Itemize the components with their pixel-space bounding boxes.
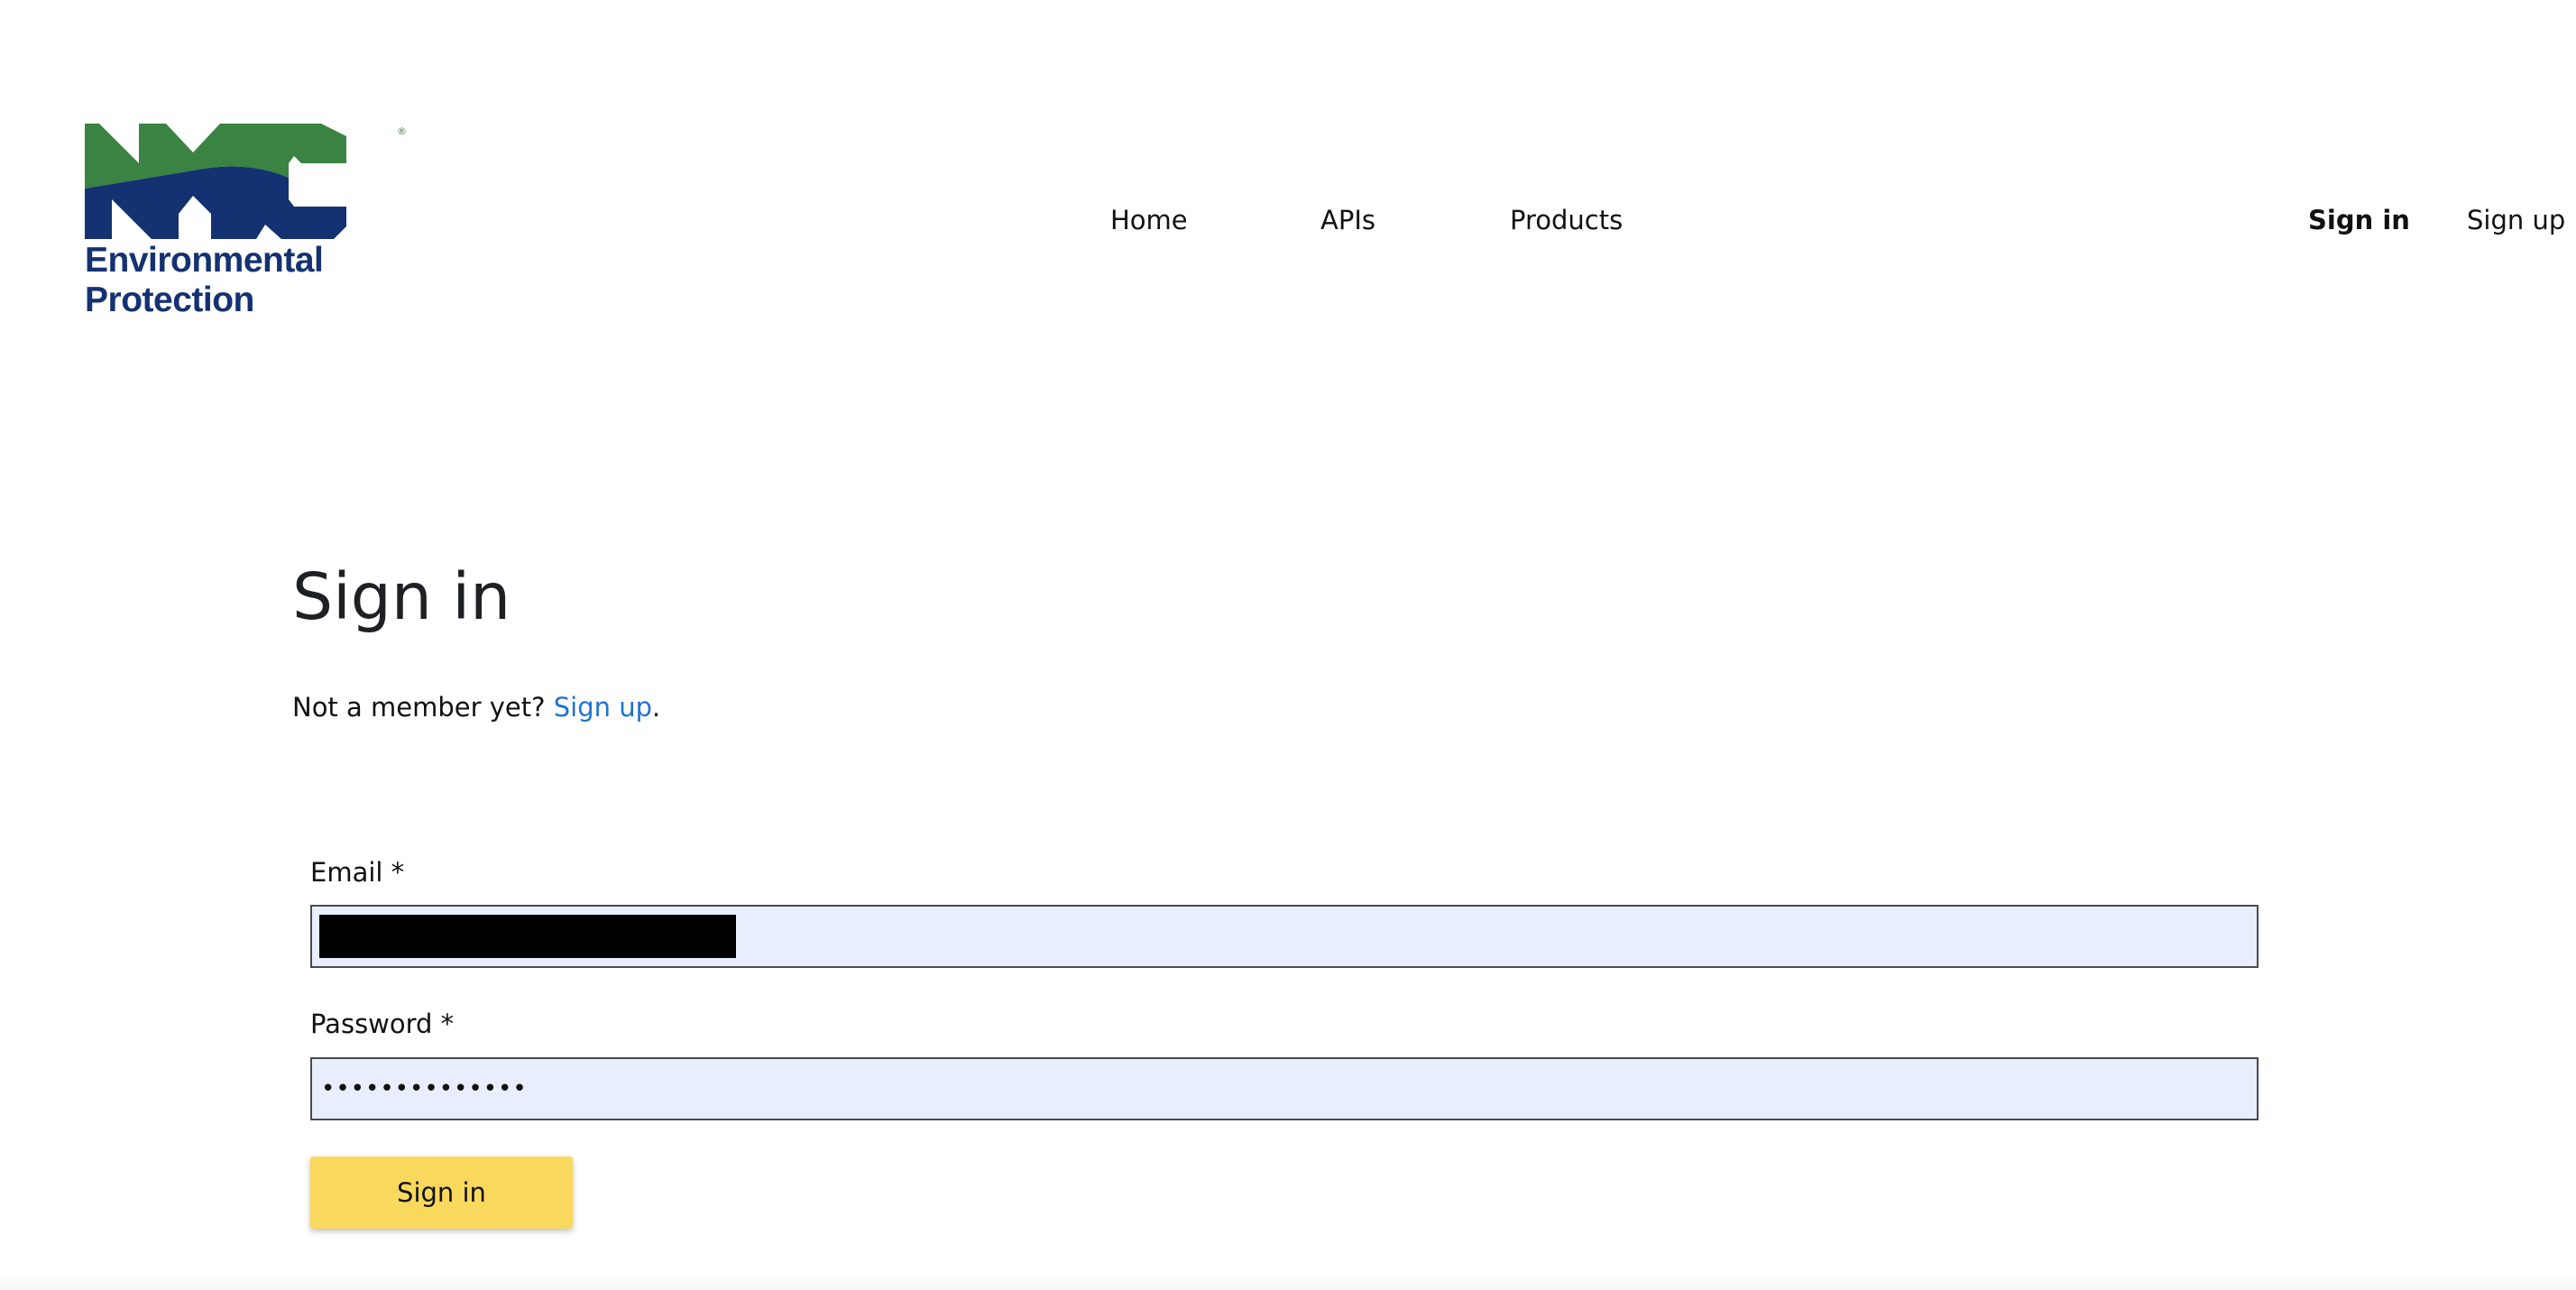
- nav-sign-in-link[interactable]: Sign in: [2308, 200, 2410, 240]
- logo-line-protection: Protection: [85, 281, 254, 319]
- password-label: Password *: [310, 1009, 455, 1039]
- email-redaction-block: [319, 915, 736, 958]
- nav-products-link[interactable]: Products: [1510, 200, 1623, 240]
- nav-sign-up-link[interactable]: Sign up: [2467, 200, 2565, 240]
- member-prompt: Not a member yet? Sign up.: [292, 687, 660, 727]
- member-sign-up-link[interactable]: Sign up: [554, 692, 652, 723]
- sign-in-page: ® Environmental Protection Home APIs Pro…: [0, 0, 2576, 1290]
- nav-apis-link[interactable]: APIs: [1320, 200, 1375, 240]
- password-field[interactable]: [310, 1057, 2259, 1120]
- nyc-dep-logo[interactable]: ® Environmental Protection: [85, 124, 406, 322]
- email-label: Email *: [310, 857, 405, 888]
- sign-in-button[interactable]: Sign in: [310, 1156, 573, 1229]
- member-prompt-period: .: [652, 692, 661, 723]
- nav-home-link[interactable]: Home: [1110, 200, 1188, 240]
- nyc-logo-mark: ®: [85, 124, 406, 239]
- page-title: Sign in: [292, 559, 511, 634]
- logo-wordmark: Environmental Protection: [85, 241, 324, 320]
- svg-text:®: ®: [397, 125, 406, 137]
- logo-line-environmental: Environmental: [85, 241, 324, 280]
- page-bottom-edge: [0, 1270, 2576, 1290]
- member-prompt-text: Not a member yet?: [292, 692, 554, 723]
